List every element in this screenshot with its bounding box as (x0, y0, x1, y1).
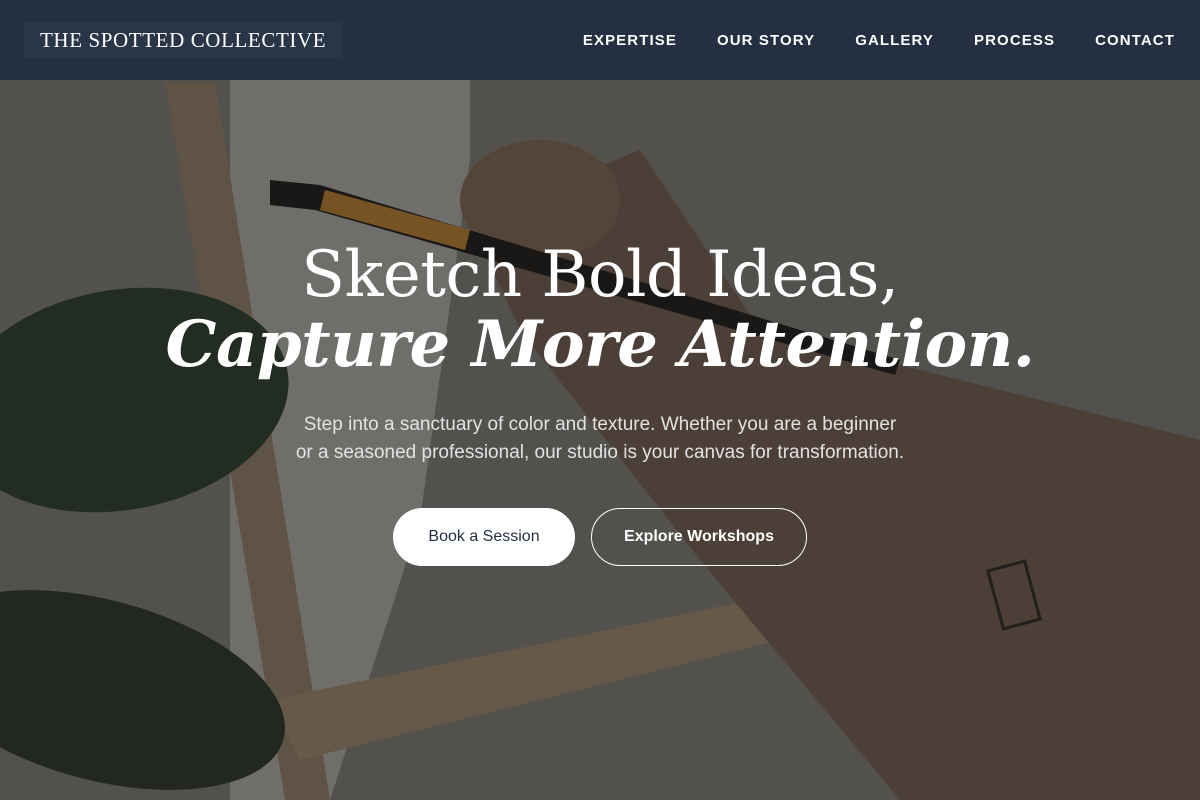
nav-item-contact[interactable]: CONTACT (1095, 32, 1175, 49)
nav-item-gallery[interactable]: GALLERY (855, 32, 934, 49)
nav-item-expertise[interactable]: EXPERTISE (583, 32, 677, 49)
nav-item-process[interactable]: PROCESS (974, 32, 1055, 49)
explore-workshops-button[interactable]: Explore Workshops (591, 508, 807, 566)
main-nav: EXPERTISE OUR STORY GALLERY PROCESS CONT… (543, 32, 1175, 49)
book-session-button[interactable]: Book a Session (393, 508, 575, 566)
brand-logo[interactable]: THE SPOTTED COLLECTIVE (24, 22, 343, 58)
hero-headline-line2: Capture More Attention. (165, 307, 1036, 382)
hero-subtext-line1: Step into a sanctuary of color and textu… (303, 414, 897, 435)
nav-item-our-story[interactable]: OUR STORY (717, 32, 815, 49)
hero-section: Sketch Bold Ideas, Capture More Attentio… (0, 235, 1200, 566)
hero-subtext-line2: or a seasoned professional, our studio i… (295, 442, 905, 463)
hero-cta-group: Book a Session Explore Workshops (0, 508, 1200, 566)
site-header: THE SPOTTED COLLECTIVE EXPERTISE OUR STO… (0, 0, 1200, 80)
hero-headline: Sketch Bold Ideas, Capture More Attentio… (0, 235, 1200, 381)
hero-headline-line1: Sketch Bold Ideas, (301, 238, 899, 312)
hero-subtext: Step into a sanctuary of color and textu… (250, 411, 950, 467)
